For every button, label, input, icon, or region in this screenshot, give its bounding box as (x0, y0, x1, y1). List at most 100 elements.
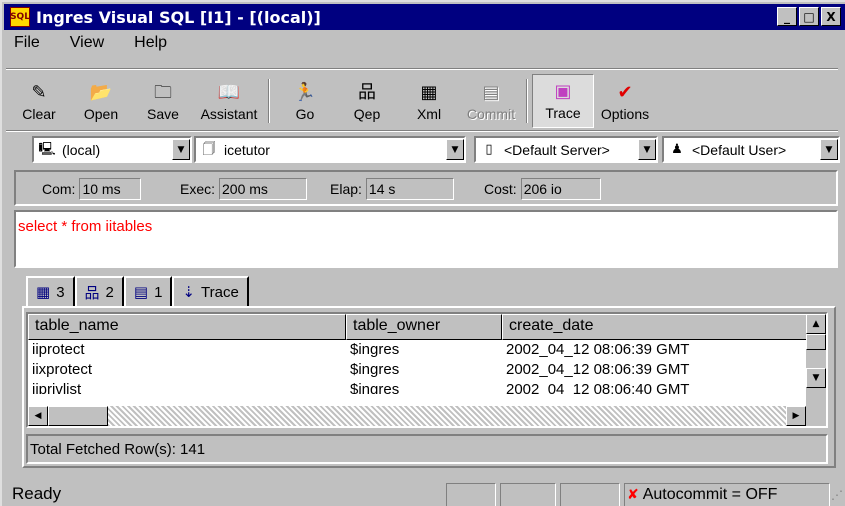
status-panel (500, 483, 556, 506)
clear-button[interactable]: ✎ Clear (8, 74, 70, 128)
trace-button[interactable]: ▣ Trace (532, 74, 594, 128)
close-button[interactable]: X (821, 7, 841, 26)
app-window: SQL Ingres Visual SQL [I1] - [(local)] _… (0, 0, 845, 506)
computer-icon: 🖳 (38, 141, 56, 157)
tab-grid[interactable]: ▦ 3 (26, 276, 75, 306)
qep-button[interactable]: 品 Qep (336, 74, 398, 128)
chevron-down-icon[interactable]: ▼ (172, 139, 190, 160)
node-select[interactable]: 🖳 (local) ▼ (32, 136, 192, 163)
horizontal-scrollbar[interactable]: ◀ ▶ (28, 406, 806, 426)
server-select[interactable]: ▯ <Default Server> ▼ (474, 136, 658, 163)
menu-help[interactable]: Help (130, 34, 171, 56)
go-label: Go (295, 106, 315, 122)
status-text: Ready (12, 484, 62, 503)
com-label: Com: (42, 181, 76, 197)
result-grid[interactable]: table_name table_owner create_date iipro… (26, 312, 828, 428)
sql-app-icon: SQL (10, 7, 30, 27)
xml-icon: ▤ (133, 283, 149, 301)
fetched-rows-status: Total Fetched Row(s): 141 (26, 434, 828, 464)
go-button[interactable]: 🏃 Go (274, 74, 336, 128)
sql-editor[interactable]: select * from iitables (14, 210, 838, 268)
trace-icon: ⇣ (182, 283, 195, 301)
qep-tree-icon: 品 (358, 82, 376, 103)
open-button[interactable]: 📂 Open (70, 74, 132, 128)
assistant-button[interactable]: 📖 Assistant (194, 74, 264, 128)
tab-qep[interactable]: 品 2 (74, 276, 124, 306)
status-panel (560, 483, 620, 506)
autocommit-indicator[interactable]: ✘ Autocommit = OFF (624, 483, 830, 506)
tab-xml[interactable]: ▤ 1 (123, 276, 173, 306)
cell-table-name: iiprivlist (32, 381, 82, 394)
tab-trace-label: Trace (201, 283, 239, 301)
grid-icon: ▦ (36, 283, 51, 301)
chevron-down-icon[interactable]: ▼ (820, 139, 838, 160)
chevron-down-icon[interactable]: ▼ (446, 139, 464, 160)
maximize-button[interactable]: □ (799, 7, 819, 26)
scroll-up-icon[interactable]: ▲ (806, 314, 826, 334)
elap-stat: Elap: 14 s (330, 178, 454, 200)
statistics-panel: Com: 10 ms Exec: 200 ms Elap: 14 s Cost:… (14, 170, 838, 206)
grid-header: table_name table_owner create_date (28, 314, 808, 340)
commit-button[interactable]: ▤ Commit (460, 74, 522, 128)
save-label: Save (147, 106, 179, 122)
resize-grip-icon[interactable]: ⋰ (831, 488, 843, 502)
chevron-down-icon[interactable]: ▼ (638, 139, 656, 160)
scroll-down-icon[interactable]: ▼ (806, 368, 826, 388)
cost-value: 206 io (520, 178, 601, 200)
trace-icon: ▣ (554, 81, 572, 102)
tab-qep-label: 2 (105, 283, 114, 301)
run-icon: 🏃 (293, 82, 317, 103)
xml-icon: ▦ (420, 82, 438, 103)
cell-table-name: iiprotect (32, 341, 85, 358)
database-select[interactable]: 🗍 icetutor ▼ (194, 136, 466, 163)
xml-label: Xml (416, 106, 442, 122)
trace-label: Trace (545, 105, 581, 121)
cell-table-owner: $ingres (350, 381, 400, 394)
user-icon: ♟ (671, 141, 683, 157)
menu-bar: File View Help (10, 34, 171, 56)
scroll-corner (806, 406, 826, 426)
column-header[interactable]: table_owner (346, 314, 502, 340)
table-row[interactable]: iixprotect $ingres 2002_04_12 08:06:39 G… (28, 360, 808, 381)
column-header[interactable]: create_date (502, 314, 808, 340)
autocommit-off-icon: ✘ (627, 487, 639, 503)
xml-button[interactable]: ▦ Xml (398, 74, 460, 128)
tab-xml-label: 1 (154, 283, 163, 301)
cell-table-name: iixprotect (32, 361, 93, 378)
column-header[interactable]: table_name (28, 314, 346, 340)
toolbar-top-divider (6, 68, 838, 70)
assistant-label: Assistant (200, 106, 258, 122)
toolbar-separator (526, 79, 528, 123)
title-bar[interactable]: SQL Ingres Visual SQL [I1] - [(local)] _… (4, 4, 845, 30)
scroll-thumb[interactable] (806, 334, 826, 350)
user-select[interactable]: ♟ <Default User> ▼ (662, 136, 840, 163)
menu-view[interactable]: View (66, 34, 108, 56)
toolbar: ✎ Clear 📂 Open 🗀 Save 📖 Assistant 🏃 Go 品… (8, 74, 656, 128)
window-title: Ingres Visual SQL [I1] - [(local)] (36, 7, 321, 27)
elap-label: Elap: (330, 181, 362, 197)
table-row[interactable]: iiprivlist $ingres 2002_04_12 08:06:40 G… (28, 380, 808, 394)
status-bar: Ready ✘ Autocommit = OFF ⋰ (4, 480, 845, 506)
save-button[interactable]: 🗀 Save (132, 74, 194, 128)
commit-icon: ▤ (482, 82, 500, 103)
server-value: <Default Server> (504, 141, 610, 158)
vertical-scrollbar[interactable]: ▲ ▼ (806, 314, 826, 408)
user-value: <Default User> (692, 141, 787, 158)
result-tabs: ▦ 3 品 2 ▤ 1 ⇣ Trace (26, 276, 249, 306)
database-value: icetutor (224, 141, 270, 158)
scroll-left-icon[interactable]: ◀ (28, 406, 48, 426)
cell-create-date: 2002_04_12 08:06:39 GMT (506, 341, 690, 358)
table-row[interactable]: iiprotect $ingres 2002_04_12 08:06:39 GM… (28, 340, 808, 361)
open-label: Open (83, 106, 119, 122)
sql-text: select * from iitables (18, 218, 153, 235)
options-button[interactable]: ✔ Options (594, 74, 656, 128)
cost-stat: Cost: 206 io (484, 178, 601, 200)
options-label: Options (600, 106, 650, 122)
server-icon: ▯ (485, 141, 493, 157)
scroll-thumb[interactable] (48, 406, 108, 426)
scroll-right-icon[interactable]: ▶ (786, 406, 806, 426)
menu-file[interactable]: File (10, 34, 44, 56)
tab-trace[interactable]: ⇣ Trace (172, 276, 249, 306)
minimize-button[interactable]: _ (777, 7, 797, 26)
cell-table-owner: $ingres (350, 341, 400, 358)
